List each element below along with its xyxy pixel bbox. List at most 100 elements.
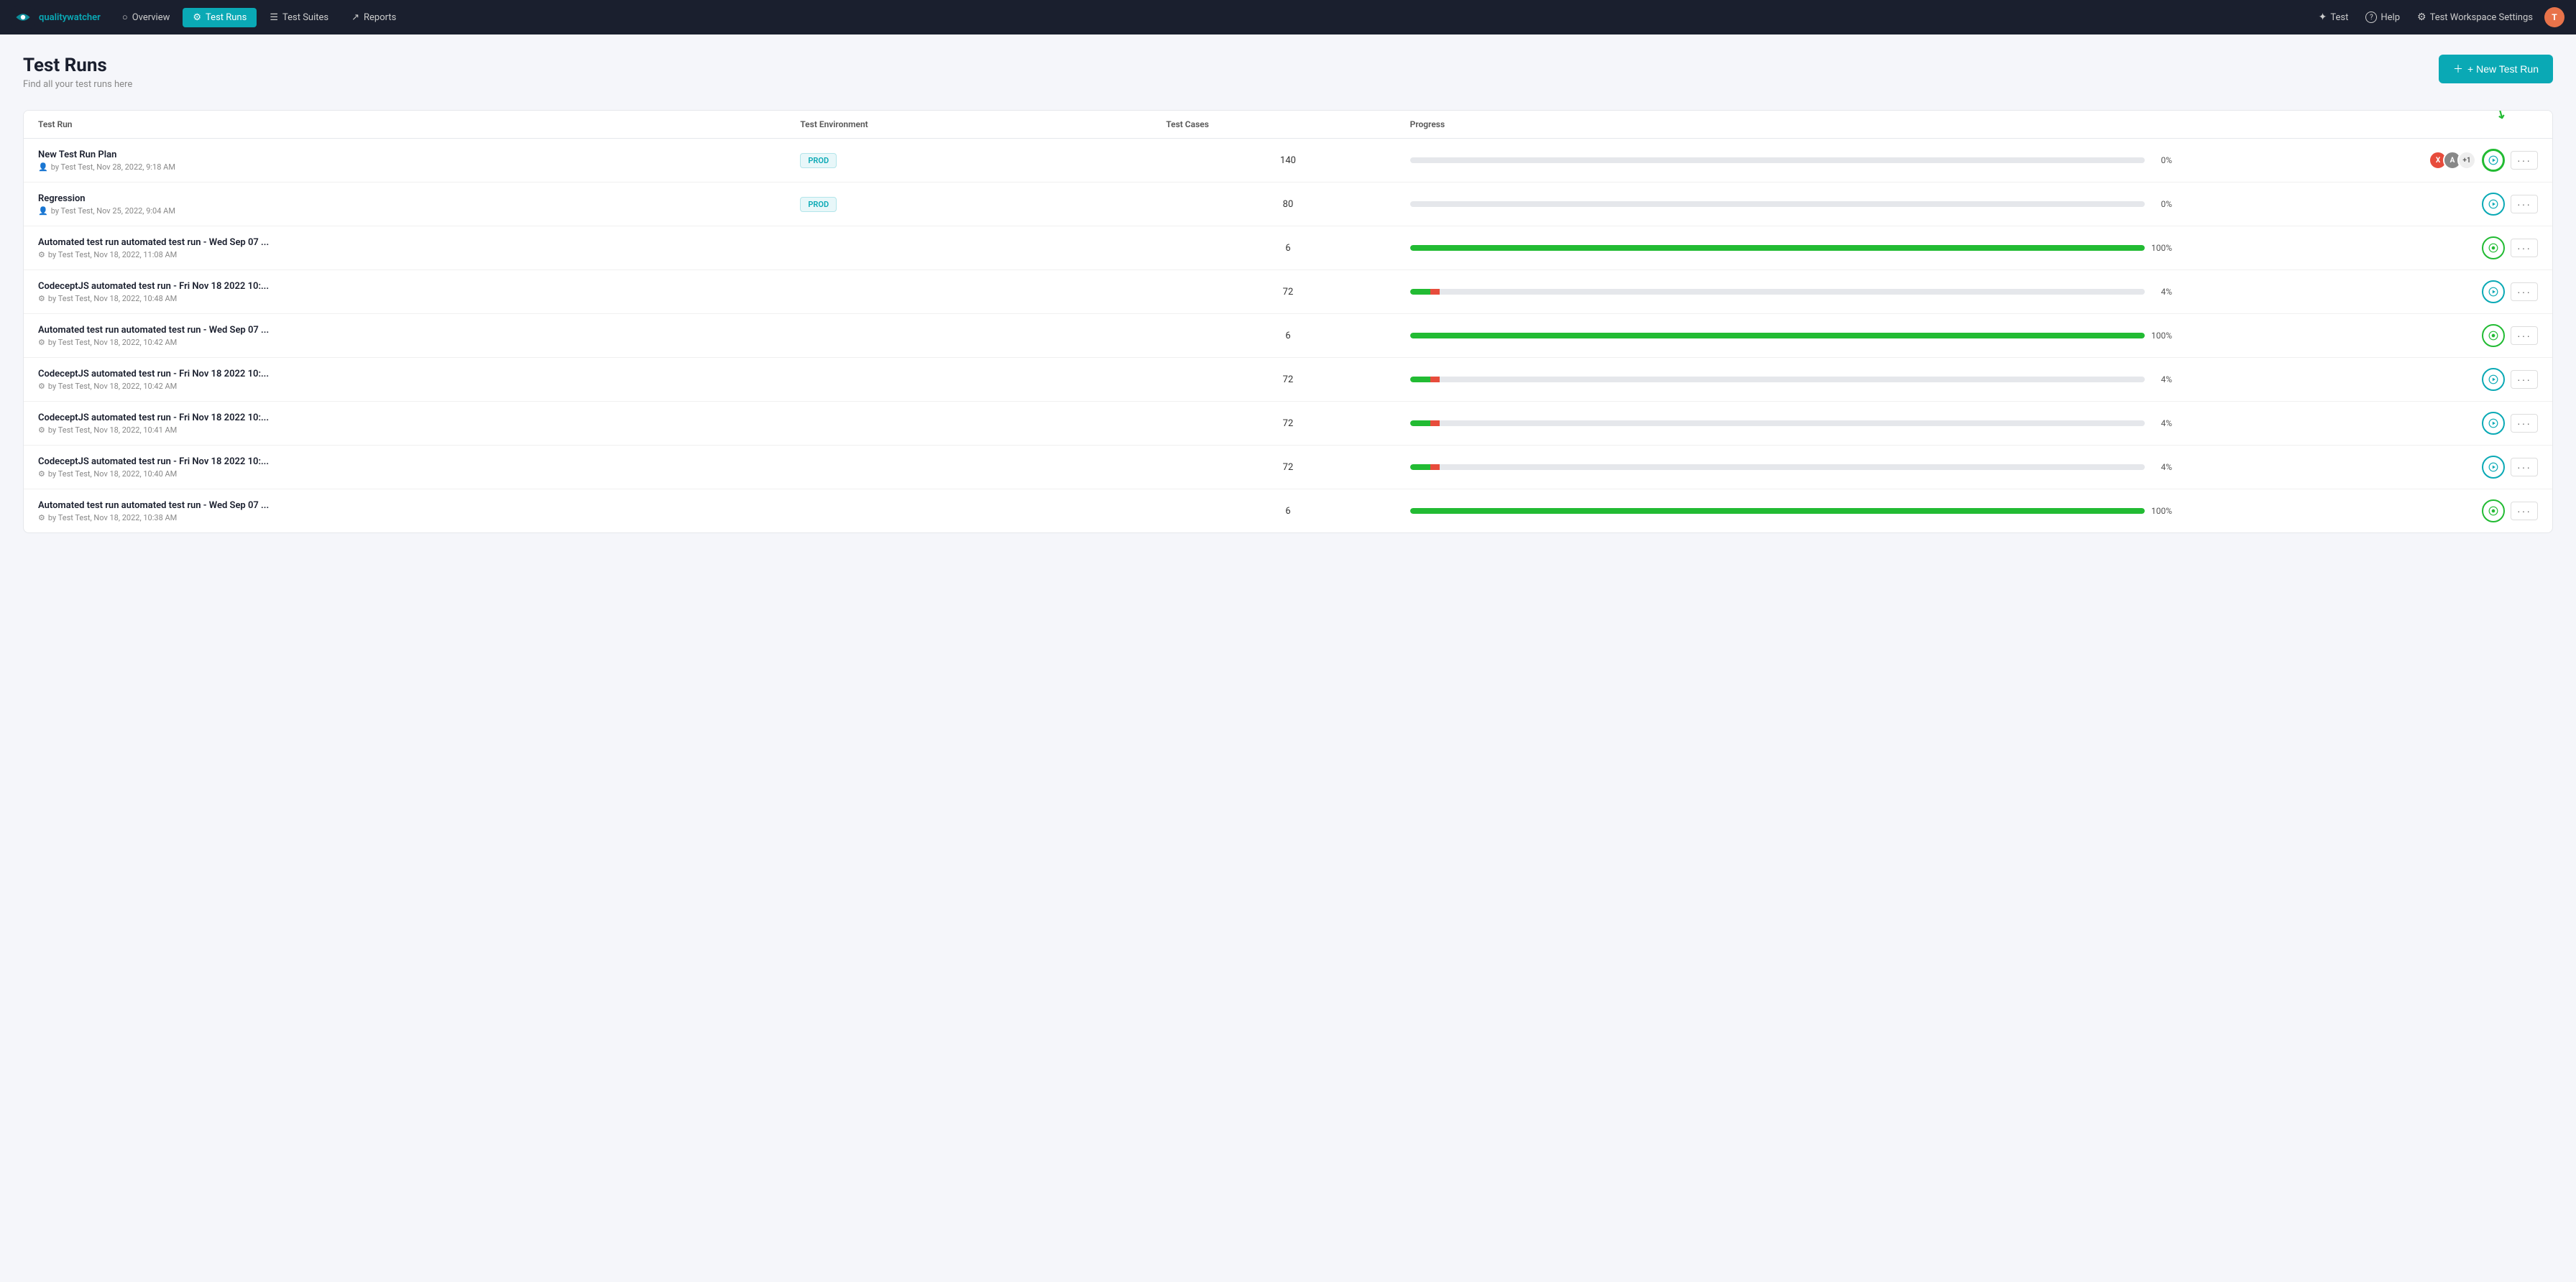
user-icon: 👤 xyxy=(38,162,48,172)
actions-cell: ··· xyxy=(2172,193,2538,216)
play-button[interactable] xyxy=(2482,412,2505,435)
test-cases-cell: 6 xyxy=(1166,331,1409,341)
extra-count: +1 xyxy=(2457,151,2476,170)
logo-text: qualitywatcher xyxy=(39,12,101,23)
run-meta: ⚙ by Test Test, Nov 18, 2022, 11:08 AM xyxy=(38,250,800,259)
table-row: CodeceptJS automated test run - Fri Nov … xyxy=(24,402,2552,446)
page-header: Test Runs Find all your test runs here ＋… xyxy=(23,55,2553,90)
progress-pct: 4% xyxy=(2150,462,2172,472)
nav-settings-label: Test Workspace Settings xyxy=(2430,12,2533,23)
progress-fill xyxy=(1410,508,2145,514)
nav-settings-btn[interactable]: ⚙ Test Workspace Settings xyxy=(2411,9,2539,26)
progress-pct: 100% xyxy=(2150,506,2172,516)
table-row: Automated test run automated test run - … xyxy=(24,314,2552,358)
run-name: Automated test run automated test run - … xyxy=(38,237,800,248)
table-row: Automated test run automated test run - … xyxy=(24,226,2552,270)
run-name-cell: CodeceptJS automated test run - Fri Nov … xyxy=(38,281,800,303)
run-meta: 👤 by Test Test, Nov 28, 2022, 9:18 AM xyxy=(38,162,800,172)
page-title-area: Test Runs Find all your test runs here xyxy=(23,55,132,90)
nav-reports-label: Reports xyxy=(364,12,396,23)
run-meta-text: by Test Test, Nov 18, 2022, 10:42 AM xyxy=(48,382,177,391)
test-cases-cell: 140 xyxy=(1166,155,1409,166)
progress-cell: 0% xyxy=(1410,155,2172,165)
test-runs-icon: ⚙ xyxy=(193,12,201,23)
gear-icon: ⚙ xyxy=(38,425,45,435)
more-options-button[interactable]: ··· xyxy=(2511,370,2538,389)
nav-test-suites[interactable]: ☰ Test Suites xyxy=(259,8,339,27)
play-button[interactable] xyxy=(2482,280,2505,303)
play-button[interactable] xyxy=(2482,149,2505,172)
more-options-button[interactable]: ··· xyxy=(2511,151,2538,170)
run-name-cell: Automated test run automated test run - … xyxy=(38,237,800,259)
progress-pct: 4% xyxy=(2150,374,2172,384)
actions-cell: ··· xyxy=(2172,368,2538,391)
run-name: CodeceptJS automated test run - Fri Nov … xyxy=(38,369,800,379)
test-runs-table: Test Run Test Environment Test Cases Pro… xyxy=(23,110,2553,533)
progress-pct: 0% xyxy=(2150,199,2172,209)
run-meta-text: by Test Test, Nov 25, 2022, 9:04 AM xyxy=(51,206,175,216)
table-body: New Test Run Plan 👤 by Test Test, Nov 28… xyxy=(24,139,2552,532)
nav-test-workspace-btn[interactable]: ✦ Test xyxy=(2313,9,2355,26)
nav-overview[interactable]: ○ Overview xyxy=(112,7,180,27)
logo[interactable]: qualitywatcher xyxy=(12,6,101,29)
table-row: Regression 👤 by Test Test, Nov 25, 2022,… xyxy=(24,183,2552,226)
user-avatar[interactable]: T xyxy=(2544,7,2564,27)
actions-cell: ··· xyxy=(2172,236,2538,259)
nav-test-runs[interactable]: ⚙ Test Runs xyxy=(183,8,257,27)
reports-icon: ↗ xyxy=(351,12,359,23)
more-options-button[interactable]: ··· xyxy=(2511,502,2538,520)
nav-help-btn[interactable]: ? Help xyxy=(2360,9,2406,26)
play-button[interactable] xyxy=(2482,456,2505,479)
gear-icon: ⚙ xyxy=(38,294,45,303)
table-row: Automated test run automated test run - … xyxy=(24,489,2552,532)
more-options-button[interactable]: ··· xyxy=(2511,414,2538,433)
env-cell: PROD xyxy=(800,152,1166,168)
help-icon: ? xyxy=(2365,11,2377,23)
annotation-arrow-icon: ↙ xyxy=(2493,110,2510,123)
more-options-button[interactable]: ··· xyxy=(2511,326,2538,345)
assignees-group: XA+1 xyxy=(2429,151,2476,170)
play-button[interactable] xyxy=(2482,193,2505,216)
play-button[interactable] xyxy=(2482,368,2505,391)
play-button[interactable] xyxy=(2482,324,2505,347)
env-badge: PROD xyxy=(800,197,837,212)
test-cases-cell: 6 xyxy=(1166,243,1409,254)
test-cases-cell: 80 xyxy=(1166,199,1409,210)
main-content: Test Runs Find all your test runs here ＋… xyxy=(0,34,2576,553)
test-cases-cell: 6 xyxy=(1166,506,1409,517)
nav-reports[interactable]: ↗ Reports xyxy=(341,8,406,27)
actions-cell: ··· xyxy=(2172,324,2538,347)
play-button[interactable] xyxy=(2482,236,2505,259)
run-meta-text: by Test Test, Nov 18, 2022, 10:41 AM xyxy=(48,425,177,435)
gear-icon: ⚙ xyxy=(38,513,45,522)
actions-cell: ··· xyxy=(2172,412,2538,435)
run-meta-text: by Test Test, Nov 18, 2022, 10:40 AM xyxy=(48,469,177,479)
gear-icon: ⚙ xyxy=(38,338,45,347)
more-options-button[interactable]: ··· xyxy=(2511,458,2538,476)
run-name: Regression xyxy=(38,193,800,204)
new-test-run-button[interactable]: ＋ + New Test Run xyxy=(2439,55,2553,83)
actions-cell: XA+1 ··· xyxy=(2172,149,2538,172)
nav-test-suites-label: Test Suites xyxy=(282,12,328,23)
progress-pct: 4% xyxy=(2150,287,2172,297)
progress-pct: 100% xyxy=(2150,331,2172,341)
run-meta: 👤 by Test Test, Nov 25, 2022, 9:04 AM xyxy=(38,206,800,216)
nav-help-label: Help xyxy=(2380,12,2400,23)
more-options-button[interactable]: ··· xyxy=(2511,282,2538,301)
actions-cell: ··· xyxy=(2172,456,2538,479)
progress-pct: 4% xyxy=(2150,418,2172,428)
run-name: New Test Run Plan xyxy=(38,149,800,160)
run-meta: ⚙ by Test Test, Nov 18, 2022, 10:42 AM xyxy=(38,338,800,347)
run-name: CodeceptJS automated test run - Fri Nov … xyxy=(38,456,800,467)
more-options-button[interactable]: ··· xyxy=(2511,195,2538,213)
run-name-cell: CodeceptJS automated test run - Fri Nov … xyxy=(38,456,800,479)
test-cases-cell: 72 xyxy=(1166,374,1409,385)
progress-cell: 4% xyxy=(1410,374,2172,384)
actions-cell: ··· xyxy=(2172,499,2538,522)
play-button[interactable] xyxy=(2482,499,2505,522)
more-options-button[interactable]: ··· xyxy=(2511,239,2538,257)
progress-cell: 0% xyxy=(1410,199,2172,209)
progress-bar xyxy=(1410,420,2145,426)
progress-bar xyxy=(1410,377,2145,382)
run-name: Automated test run automated test run - … xyxy=(38,500,800,511)
